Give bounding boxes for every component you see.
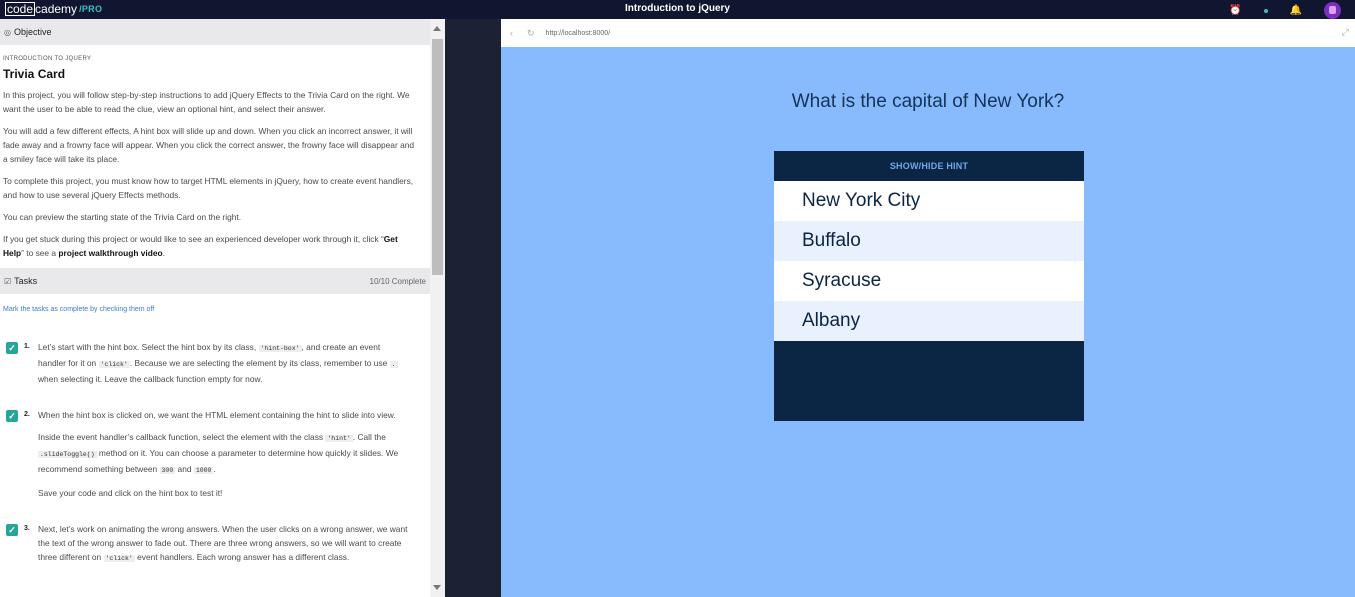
alarm-icon[interactable]: ⏰ — [1229, 4, 1241, 18]
lesson-title: Trivia Card — [3, 67, 66, 81]
walkthrough-link[interactable]: project walkthrough video — [58, 248, 162, 258]
task-number: 1. — [24, 343, 30, 350]
tasks-progress: 10/10 Complete — [369, 276, 426, 286]
task-text: Let’s start with the hint box. Select th… — [38, 340, 410, 386]
task-item: ✓ 2. When the hint box is clicked on, we… — [0, 408, 430, 500]
top-bar: code cademy/PRO Introduction to jQuery ⏰ … — [0, 0, 1355, 19]
check-icon[interactable]: ✓ — [6, 524, 18, 536]
topbar-icons: ⏰ 🔔 — [1229, 2, 1341, 19]
code-snippet: 'hint' — [325, 435, 353, 442]
answer-option[interactable]: Buffalo — [774, 221, 1084, 261]
task-text: Save your code and click on the hint box… — [38, 488, 223, 498]
text: event handlers. Each wrong answer has a … — [134, 552, 350, 562]
tasks-header[interactable]: ☑ Tasks 10/10 Complete — [0, 268, 430, 294]
text: Let’s start with the hint box. Select th… — [38, 342, 259, 352]
reload-icon[interactable]: ↻ — [527, 28, 535, 39]
task-number: 2. — [24, 411, 30, 418]
tasks-header-label: Tasks — [14, 276, 38, 286]
text: . Because we are selecting the element b… — [129, 358, 390, 368]
task-text: When the hint box is clicked on, we want… — [38, 410, 396, 420]
scroll-thumb[interactable] — [432, 39, 443, 275]
answer-option[interactable]: Syracuse — [774, 261, 1084, 301]
learning-panel: ◎ Objective Introduction to jQuery Trivi… — [0, 19, 430, 597]
tasks-icon: ☑ — [4, 276, 12, 286]
check-icon[interactable]: ✓ — [6, 342, 18, 354]
card-footer — [774, 341, 1084, 421]
lesson-kicker: Introduction to jQuery — [3, 56, 92, 62]
text: . Call the — [352, 432, 386, 442]
left-scrollbar[interactable] — [430, 19, 445, 597]
scroll-down-icon[interactable] — [433, 585, 441, 590]
task-item: ✓ 1. Let’s start with the hint box. Sele… — [0, 340, 430, 386]
objective-icon: ◎ — [4, 27, 11, 37]
code-snippet: 'click' — [98, 361, 130, 368]
code-snippet: 'hint-box' — [258, 345, 302, 352]
text: when selecting it. Leave the callback fu… — [38, 374, 263, 384]
text: and — [175, 464, 194, 474]
url-bar: ‹ ↻ http://localhost:8000/ ⤢ — [501, 19, 1355, 47]
tasks-note: Mark the tasks as complete by checking t… — [3, 306, 155, 313]
code-snippet: 'click' — [103, 555, 135, 562]
url-field[interactable]: http://localhost:8000/ — [546, 30, 611, 37]
answer-option[interactable]: Albany — [774, 301, 1084, 341]
task-text: Inside the event handler’s callback func… — [38, 430, 410, 478]
code-snippet: 300 — [159, 467, 176, 474]
text: If you get stuck during this project or … — [3, 234, 384, 244]
trivia-card: SHOW/HIDE HINT New York City Buffalo Syr… — [774, 151, 1084, 421]
expand-icon[interactable]: ⤢ — [1342, 27, 1349, 38]
task-number: 3. — [24, 525, 30, 532]
code-snippet: . — [389, 361, 398, 368]
back-icon[interactable]: ‹ — [510, 28, 513, 38]
objective-paragraph: You will add a few different effects. A … — [3, 126, 415, 164]
objective-header-label: Objective — [13, 27, 52, 37]
text: . — [213, 464, 216, 474]
objective-paragraph: If you get stuck during this project or … — [3, 232, 415, 260]
status-dot-icon — [1263, 8, 1268, 13]
objective-paragraph: To complete this project, you must know … — [3, 176, 414, 200]
bell-icon[interactable]: 🔔 — [1290, 4, 1302, 18]
objective-header[interactable]: ◎ Objective — [0, 19, 430, 45]
text: Inside the event handler’s callback func… — [38, 432, 326, 442]
hint-box[interactable]: SHOW/HIDE HINT — [774, 151, 1084, 181]
code-snippet: 1000 — [193, 467, 214, 474]
trivia-question: What is the capital of New York? — [791, 91, 1065, 112]
task-item: ✓ 3. Next, let’s work on animating the w… — [0, 522, 430, 566]
text: ” to see a — [21, 248, 59, 258]
task-text: Next, let’s work on animating the wrong … — [38, 522, 410, 566]
avatar[interactable] — [1324, 2, 1341, 19]
objective-paragraph: In this project, you will follow step-by… — [3, 90, 410, 114]
code-snippet: .slideToggle() — [38, 451, 97, 458]
scroll-up-icon[interactable] — [433, 26, 441, 31]
check-icon[interactable]: ✓ — [6, 410, 18, 422]
text: . — [162, 248, 165, 258]
objective-paragraph: You can preview the starting state of th… — [3, 212, 242, 222]
tasks-section: ☑ Tasks 10/10 Complete Mark the tasks as… — [0, 268, 430, 566]
objective-body: Introduction to jQuery Trivia Card In th… — [0, 45, 430, 260]
answer-option[interactable]: New York City — [774, 181, 1084, 221]
course-title: Introduction to jQuery — [625, 3, 730, 14]
browser-preview: ‹ ↻ http://localhost:8000/ ⤢ What is the… — [501, 19, 1355, 597]
editor-gap — [445, 19, 501, 597]
